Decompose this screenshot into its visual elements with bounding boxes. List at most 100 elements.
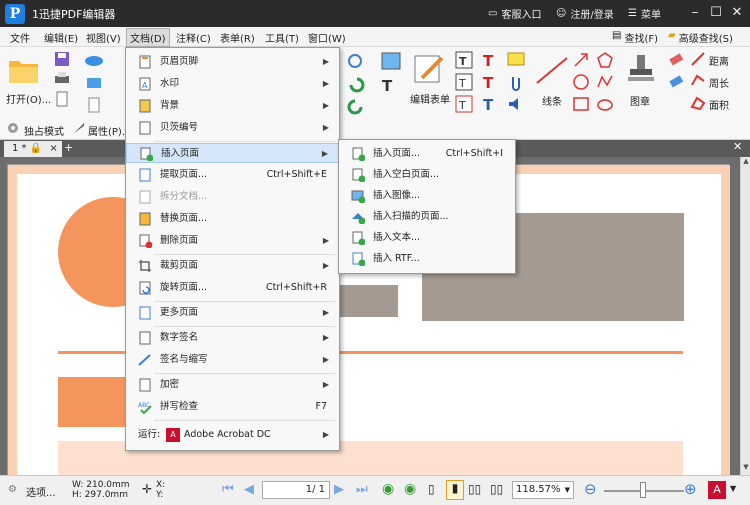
page-number-input[interactable]: 1/ 1 [262,481,330,499]
menu-tools[interactable]: 工具(T) [265,30,299,45]
edit-form-icon[interactable] [412,53,446,85]
mail-icon[interactable] [86,75,102,91]
close-icon[interactable]: ✕ [728,4,746,22]
dropdown-icon[interactable]: ▼ [730,484,736,493]
cloud-shape-icon[interactable] [596,95,614,113]
customer-service-button[interactable]: ▭ 客服入口 [488,6,541,21]
menu-item-split-document[interactable]: 拆分文档... [126,187,339,207]
typewriter-icon[interactable]: T [480,51,498,69]
next-page-icon[interactable]: ▶ [334,482,344,497]
text-underline-icon[interactable]: T [480,95,498,113]
menu-item-watermark[interactable]: A 水印 ▶ [126,74,339,94]
menu-item-background[interactable]: 背景 ▶ [126,96,339,116]
menu-item-insert-page[interactable]: 插入页面... Ctrl+Shift+I [339,144,515,164]
menu-button[interactable]: ☰ 菜单 [628,6,661,21]
menu-item-bates-numbering[interactable]: 贝茨编号 ▶ [126,118,339,138]
attachment-icon[interactable] [506,73,526,91]
menu-item-crop-pages[interactable]: 裁剪页面 ▶ [126,256,339,276]
menu-file[interactable]: 文件 [10,30,30,45]
single-page-icon[interactable]: ▯ [428,482,435,496]
minimize-icon[interactable]: – [686,4,704,22]
eraser-icon[interactable] [668,51,684,67]
menu-item-insert-pages[interactable]: 插入页面 ▶ [126,143,339,163]
menu-item-more-pages[interactable]: 更多页面 ▶ [126,303,339,323]
open-folder-icon[interactable] [7,55,41,85]
document-tab[interactable]: 1 * 🔒 × [4,141,62,157]
image-tool-icon[interactable] [380,51,402,71]
text-box-icon[interactable]: T [455,73,473,91]
rotate-left-icon[interactable] [347,97,365,115]
zoom-in-icon[interactable]: ⊕ [684,480,697,498]
open-button[interactable]: 打开(O)... [6,91,51,106]
menu-item-encrypt[interactable]: 加密 ▶ [126,375,339,395]
menu-item-insert-rtf[interactable]: 插入 RTF... [339,249,515,269]
menu-item-insert-text[interactable]: 插入文本... [339,228,515,248]
circle-icon[interactable] [572,73,590,91]
edit-form-button[interactable]: 编辑表单 [410,91,450,106]
last-page-icon[interactable]: ⏭ [356,482,368,497]
scroll-down-icon[interactable]: ▼ [741,463,750,473]
distance-button[interactable]: 距离 [709,53,729,68]
zoom-out-icon[interactable]: ⊖ [584,480,597,498]
arrow-icon[interactable] [572,51,590,69]
rectangle-icon[interactable] [572,95,590,113]
continuous-page-icon[interactable]: ▮ [446,480,464,500]
area-button[interactable]: 面积 [709,97,729,112]
note-icon[interactable] [506,51,526,69]
text-field-icon[interactable]: T [455,51,473,69]
back-icon[interactable]: ◉ [382,481,394,497]
forward-icon[interactable]: ◉ [404,481,416,497]
polygon-icon[interactable] [596,51,614,69]
text-tool-icon[interactable]: T [380,75,402,95]
perimeter-button[interactable]: 周长 [709,75,729,90]
menu-item-insert-blank-page[interactable]: 插入空白页面... [339,165,515,185]
zoom-icon[interactable] [347,53,365,71]
zoom-select[interactable]: 118.57% ▼ [512,481,574,499]
menu-document[interactable]: 文档(D) [126,28,170,47]
acrobat-icon[interactable]: A [708,481,726,499]
advanced-find-button[interactable]: ▰ 高级查找(S) [668,30,733,45]
menu-view[interactable]: 视图(V) [86,30,121,45]
stamp-button[interactable]: 图章 [630,93,650,108]
zoom-slider-handle[interactable] [640,482,646,498]
find-button[interactable]: ▤ 查找(F) [612,30,658,45]
menu-item-rotate-pages[interactable]: 旋转页面... Ctrl+Shift+R [126,278,339,298]
line-icon[interactable] [534,55,570,85]
menu-item-insert-image[interactable]: 插入图像... [339,186,515,206]
menu-form[interactable]: 表单(R) [220,30,255,45]
menu-item-header-footer[interactable]: 页眉页脚 ▶ [126,52,339,72]
prev-page-icon[interactable]: ◀ [244,482,254,497]
polyline-icon[interactable] [596,73,614,91]
eraser-blue-icon[interactable] [668,73,684,89]
save-icon[interactable] [54,51,70,67]
menu-item-sign-initial[interactable]: 签名与缩写 ▶ [126,350,339,370]
menu-item-insert-scanned-page[interactable]: 插入扫描的页面... [339,207,515,227]
cover-page-icon[interactable]: ▯▯ [490,482,503,496]
menu-item-run[interactable]: 运行: A Adobe Acrobat DC ▶ [126,425,339,445]
document-icon[interactable] [54,91,70,107]
close-document-icon[interactable]: ✕ [733,140,742,153]
cloud-icon[interactable] [84,53,104,67]
menu-item-spell-check[interactable]: ABC 拼写检查 F7 [126,397,339,417]
new-icon[interactable] [86,97,102,113]
callout-icon[interactable]: T [455,95,473,113]
sticky-text-icon[interactable]: T [480,73,498,91]
line-button[interactable]: 线条 [542,93,562,108]
scroll-up-icon[interactable]: ▲ [741,157,750,167]
menu-window[interactable]: 窗口(W) [308,30,346,45]
menu-item-delete-pages[interactable]: 删除页面 ▶ [126,231,339,251]
select-options-button[interactable]: 选项... [26,484,56,499]
stamp-icon[interactable] [626,53,656,85]
sound-icon[interactable] [506,95,526,113]
tab-close-icon[interactable]: × [49,143,57,154]
menu-item-extract-pages[interactable]: 提取页面... Ctrl+Shift+E [126,165,339,185]
menu-edit[interactable]: 编辑(E) [44,30,78,45]
menu-comment[interactable]: 注释(C) [176,30,211,45]
login-button[interactable]: ☺ 注册/登录 [556,6,614,21]
print-icon[interactable] [54,71,70,87]
rotate-right-icon[interactable] [347,75,365,93]
new-tab-icon[interactable]: + [64,141,73,154]
first-page-icon[interactable]: ⏮ [222,482,234,497]
facing-page-icon[interactable]: ▯▯ [468,482,481,496]
vertical-scrollbar[interactable]: ▲ ▼ [740,157,750,475]
